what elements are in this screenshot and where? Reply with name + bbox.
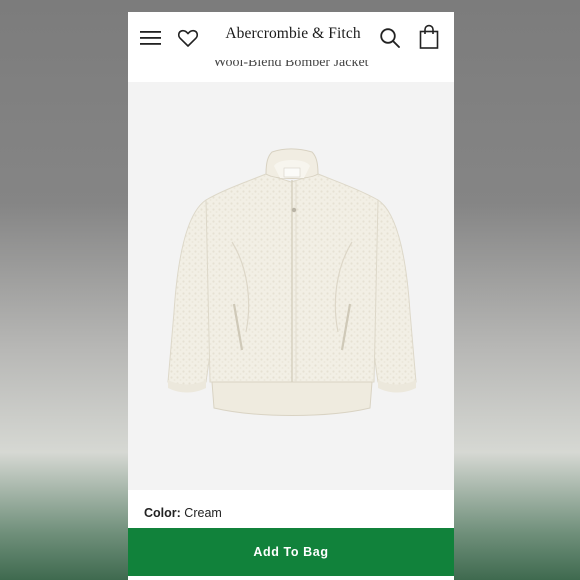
- brand-logo[interactable]: Abercrombie & Fitch: [218, 25, 368, 43]
- menu-icon[interactable]: [140, 28, 162, 48]
- shopping-bag-icon[interactable]: [418, 24, 440, 50]
- jacket-illustration: [167, 148, 417, 416]
- heart-icon[interactable]: [176, 26, 200, 50]
- product-title-text: Wool-Blend Bomber Jacket: [213, 60, 369, 70]
- phone-screen: Abercrombie & Fitch Wool-Blend Bomber Ja…: [128, 12, 454, 580]
- color-value: Cream: [184, 506, 222, 520]
- color-selection: Color: Cream: [144, 506, 222, 520]
- site-header: Abercrombie & Fitch Wool-Blend Bomber Ja…: [128, 12, 454, 82]
- product-image[interactable]: [128, 82, 454, 490]
- product-title: Wool-Blend Bomber Jacket: [128, 60, 454, 80]
- add-to-bag-button[interactable]: Add To Bag: [128, 528, 454, 576]
- search-icon[interactable]: [378, 26, 402, 50]
- color-label: Color:: [144, 506, 181, 520]
